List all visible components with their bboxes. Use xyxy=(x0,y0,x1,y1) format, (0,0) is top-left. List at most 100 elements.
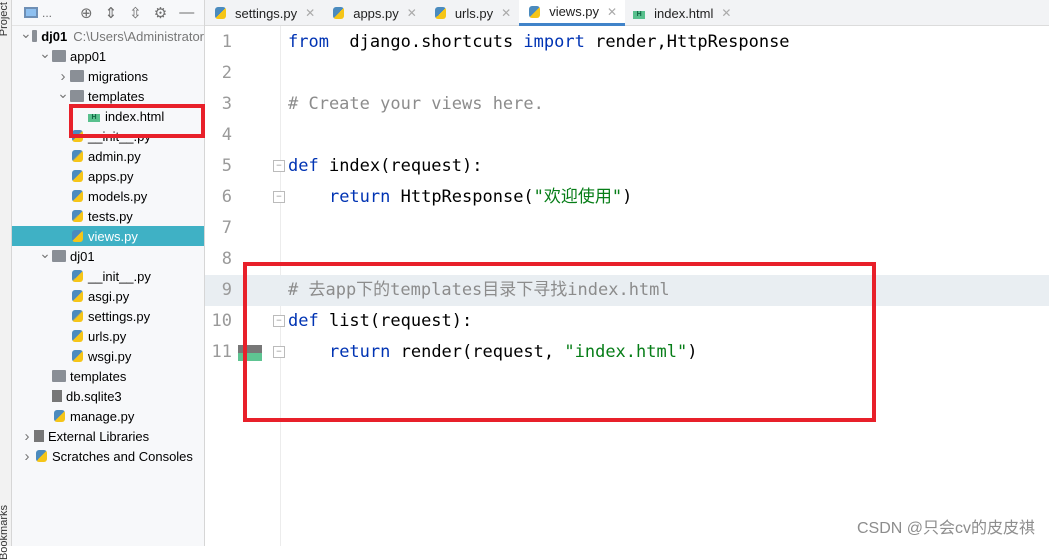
chevron-down-icon[interactable]: ⌄ xyxy=(38,246,52,262)
chevron-right-icon[interactable]: › xyxy=(20,428,34,445)
tree-item-label: urls.py xyxy=(88,328,127,344)
code-token: import xyxy=(523,32,585,52)
line-number: 11 xyxy=(211,342,232,362)
project-view-dropdown[interactable]: ... xyxy=(42,6,52,20)
project-view-icon[interactable] xyxy=(24,7,38,18)
tree-item[interactable]: apps.py xyxy=(12,166,204,186)
tree-item[interactable]: › External Libraries xyxy=(12,426,204,446)
project-path: C:\Users\Administrator xyxy=(73,28,204,44)
tree-item[interactable]: __init__.py xyxy=(12,266,204,286)
python-file-icon xyxy=(215,7,226,19)
annotation-box-index-html xyxy=(69,104,205,138)
folder-icon xyxy=(70,70,84,82)
tree-item[interactable]: › Scratches and Consoles xyxy=(12,446,204,466)
tree-item[interactable]: settings.py xyxy=(12,306,204,326)
tree-item[interactable]: urls.py xyxy=(12,326,204,346)
folder-icon xyxy=(70,90,84,102)
tree-item[interactable]: wsgi.py xyxy=(12,346,204,366)
tree-item[interactable]: ⌄ dj01 C:\Users\Administrator xyxy=(12,26,204,46)
tree-item[interactable]: models.py xyxy=(12,186,204,206)
tab-urls-py[interactable]: urls.py ✕ xyxy=(425,0,519,26)
line-number: 8 xyxy=(221,249,232,269)
line-number: 5 xyxy=(221,156,232,176)
tree-item[interactable]: tests.py xyxy=(12,206,204,226)
tree-item[interactable]: asgi.py xyxy=(12,286,204,306)
tab-apps-py[interactable]: apps.py ✕ xyxy=(323,0,425,26)
locate-icon[interactable]: ⊕ xyxy=(80,4,93,22)
python-file-icon xyxy=(529,5,541,18)
gear-icon[interactable]: ⚙ xyxy=(154,4,167,22)
folder-icon xyxy=(52,50,66,62)
folder-icon xyxy=(52,370,66,382)
close-icon[interactable]: ✕ xyxy=(305,6,315,20)
python-file-icon xyxy=(72,310,83,322)
python-file-icon xyxy=(54,410,65,422)
hide-icon[interactable]: — xyxy=(179,4,194,21)
tree-item[interactable]: ⌄ dj01 xyxy=(12,246,204,266)
code-token: def xyxy=(288,156,319,176)
code-token: # Create your views here. xyxy=(288,94,544,114)
code-line: 1 from django.shortcuts import render,Htt… xyxy=(205,27,1049,58)
tree-item-label: templates xyxy=(88,88,145,104)
tab-views-py[interactable]: views.py ✕ xyxy=(519,0,626,26)
close-icon[interactable]: ✕ xyxy=(607,5,617,19)
tree-item[interactable]: templates xyxy=(12,366,204,386)
tab-label: views.py xyxy=(549,4,600,19)
code-line: 2 xyxy=(205,58,1049,89)
code-token: render,HttpResponse xyxy=(584,32,790,52)
tab-settings-py[interactable]: settings.py ✕ xyxy=(205,0,323,26)
tree-item[interactable]: ⌄ templates xyxy=(12,86,204,106)
fold-icon[interactable]: − xyxy=(273,160,285,172)
code-token: index(request): xyxy=(318,156,483,176)
watermark: CSDN @只会cv的皮皮祺 xyxy=(856,520,1035,537)
tab-index-html[interactable]: Hindex.html ✕ xyxy=(625,0,739,26)
file-icon xyxy=(52,390,62,402)
annotation-box-list-view xyxy=(243,262,876,422)
python-file-icon xyxy=(333,7,345,19)
close-icon[interactable]: ✕ xyxy=(501,6,511,20)
chevron-right-icon[interactable]: › xyxy=(56,68,70,85)
tree-item[interactable]: ⌄ app01 xyxy=(12,46,204,66)
project-panel: ... ⊕ ⇕ ⇳ ⚙ — ⌄ dj01 C:\Users\Administrato… xyxy=(12,0,205,546)
scratch-icon xyxy=(36,450,47,462)
expand-all-icon[interactable]: ⇕ xyxy=(105,4,118,22)
project-toolbar: ... ⊕ ⇕ ⇳ ⚙ — xyxy=(12,0,204,26)
close-icon[interactable]: ✕ xyxy=(407,6,417,20)
chevron-right-icon[interactable]: › xyxy=(20,448,34,465)
tree-item-label: dj01 xyxy=(41,28,68,44)
tree-item-label: app01 xyxy=(70,48,107,64)
code-line: 5 def index(request): − xyxy=(205,151,1049,182)
bookmarks-tool-tab[interactable]: Bookmarks xyxy=(0,505,10,560)
line-number: 1 xyxy=(221,32,232,52)
tree-item[interactable]: views.py xyxy=(12,226,204,246)
fold-icon[interactable]: − xyxy=(273,191,285,203)
tree-item-label: settings.py xyxy=(88,308,151,324)
tree-item-label: apps.py xyxy=(88,168,134,184)
tree-item-label: manage.py xyxy=(70,408,135,424)
tree-item-label: Scratches and Consoles xyxy=(52,448,193,464)
project-tool-tab[interactable]: Project xyxy=(0,2,10,36)
tree-item[interactable]: › migrations xyxy=(12,66,204,86)
line-number: 4 xyxy=(221,125,232,145)
tree-item-label: dj01 xyxy=(70,248,95,264)
close-icon[interactable]: ✕ xyxy=(721,6,731,20)
tool-window-strip: Project Bookmarks xyxy=(0,0,12,560)
tree-item-label: tests.py xyxy=(88,208,133,224)
code-token: "欢迎使用" xyxy=(533,187,623,207)
line-number: 2 xyxy=(221,63,232,83)
editor-tabs: settings.py ✕ apps.py ✕ urls.py ✕ views.py ✕ Hin… xyxy=(205,0,1049,26)
python-file-icon xyxy=(72,290,83,302)
tab-label: index.html xyxy=(654,5,714,21)
chevron-down-icon[interactable]: ⌄ xyxy=(38,46,52,62)
chevron-down-icon[interactable]: ⌄ xyxy=(56,86,70,102)
html-file-icon: H xyxy=(633,11,646,19)
code-token: from xyxy=(288,32,329,52)
collapse-all-icon[interactable]: ⇳ xyxy=(129,4,142,22)
tree-item[interactable]: db.sqlite3 xyxy=(12,386,204,406)
tree-item-label: migrations xyxy=(88,68,148,84)
tree-item[interactable]: admin.py xyxy=(12,146,204,166)
tree-item[interactable]: manage.py xyxy=(12,406,204,426)
chevron-down-icon[interactable]: ⌄ xyxy=(20,26,32,42)
python-file-icon xyxy=(72,190,83,202)
